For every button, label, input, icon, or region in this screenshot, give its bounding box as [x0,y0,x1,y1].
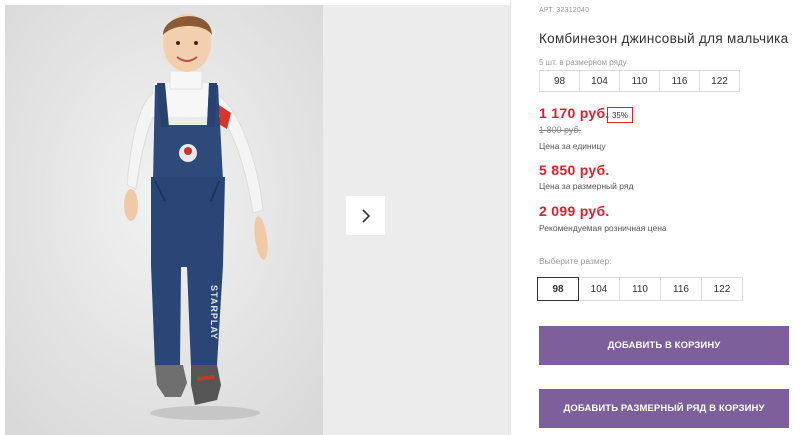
size-selector[interactable]: 98 104 110 116 122 [537,277,743,301]
series-price: 5 850 руб. [539,162,610,178]
chevron-right-icon [361,208,370,223]
product-photo: STARPLAY [5,5,323,435]
unit-price-note: Цена за единицу [539,141,606,151]
product-title: Комбинезон джинсовый для мальчика [539,31,789,46]
unit-price: 1 170 руб. [539,105,610,121]
product-image[interactable]: STARPLAY [5,5,323,435]
series-size-98: 98 [539,70,580,92]
series-size-116: 116 [659,70,700,92]
size-option-110[interactable]: 110 [619,277,661,301]
retail-price: 2 099 руб. [539,203,610,219]
retail-price-note: Рекомендуемая розничная цена [539,223,667,233]
series-size-104: 104 [579,70,620,92]
choose-size-label: Выберите размер: [539,256,612,266]
series-size-122: 122 [699,70,740,92]
overall-print-text: STARPLAY [209,285,219,340]
panel-divider [510,0,511,435]
add-series-to-cart-button[interactable]: ДОБАВИТЬ РАЗМЕРНЫЙ РЯД В КОРЗИНУ [539,389,789,428]
discount-badge: 35% [607,107,633,123]
old-price: 1 800 руб. [539,125,582,135]
series-size-110: 110 [619,70,660,92]
next-image-button[interactable] [346,196,385,235]
series-price-note: Цена за размерный ряд [539,181,634,191]
size-option-104[interactable]: 104 [578,277,620,301]
size-option-122[interactable]: 122 [701,277,743,301]
series-sizes: 98 104 110 116 122 [539,70,740,92]
size-option-116[interactable]: 116 [660,277,702,301]
size-option-98[interactable]: 98 [537,277,579,301]
add-to-cart-button[interactable]: ДОБАВИТЬ В КОРЗИНУ [539,326,789,365]
article-number: АРТ. 32312040 [539,7,590,14]
series-count-label: 5 шт. в размерном ряду [539,58,627,67]
